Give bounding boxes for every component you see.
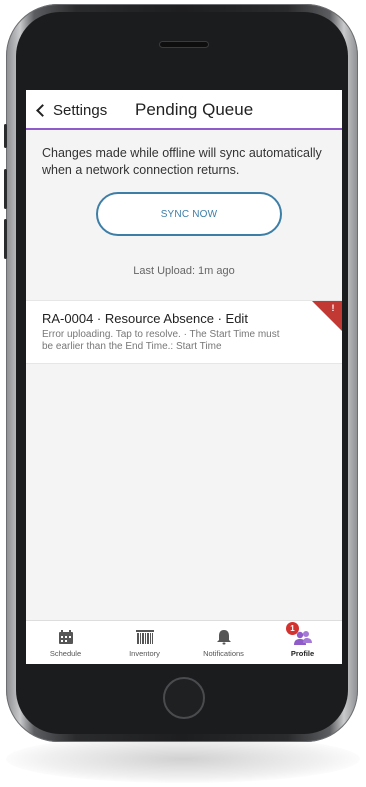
- tab-label-profile: Profile: [290, 649, 315, 658]
- sync-now-button[interactable]: SYNC NOW: [96, 192, 282, 236]
- calendar-icon: [58, 630, 73, 644]
- offline-info-text: Changes made while offline will sync aut…: [42, 146, 322, 177]
- navigation-bar: Settings Pending Queue: [26, 90, 342, 130]
- tab-label-notifications: Notifications: [203, 649, 244, 658]
- home-button[interactable]: [163, 677, 205, 719]
- pending-queue-item[interactable]: RA-0004 · Resource Absence · Edit Error …: [26, 300, 342, 364]
- queue-item-error-text: Error uploading. Tap to resolve. · The S…: [42, 329, 280, 352]
- queue-item-title: RA-0004 · Resource Absence · Edit: [42, 311, 248, 326]
- tab-profile[interactable]: 1 Profile: [263, 621, 342, 664]
- tab-notifications[interactable]: Notifications: [184, 621, 263, 664]
- bell-icon: [216, 630, 231, 645]
- tab-inventory[interactable]: Inventory: [105, 621, 184, 664]
- side-button-top: [4, 124, 7, 148]
- tab-label-inventory: Inventory: [129, 649, 160, 658]
- side-button-mid: [4, 169, 7, 209]
- tab-label-schedule: Schedule: [49, 649, 82, 658]
- back-button[interactable]: Settings: [36, 100, 108, 120]
- tab-bar: Schedule Inventory Notifications 1 Profi…: [26, 620, 342, 664]
- barcode-icon: [135, 630, 154, 644]
- side-button-low: [4, 219, 7, 259]
- app-screen: Settings Pending Queue Changes made whil…: [26, 90, 342, 664]
- back-label: Settings: [53, 101, 108, 119]
- warning-icon: !: [331, 303, 335, 313]
- page-title: Pending Queue: [135, 100, 254, 119]
- earpiece-speaker: [160, 42, 208, 47]
- phone-shadow: [6, 735, 360, 783]
- tab-schedule[interactable]: Schedule: [26, 621, 105, 664]
- last-upload-text: Last Upload: 1m ago: [133, 265, 235, 277]
- chevron-left-icon: [36, 104, 49, 117]
- notification-badge: 1: [286, 622, 299, 635]
